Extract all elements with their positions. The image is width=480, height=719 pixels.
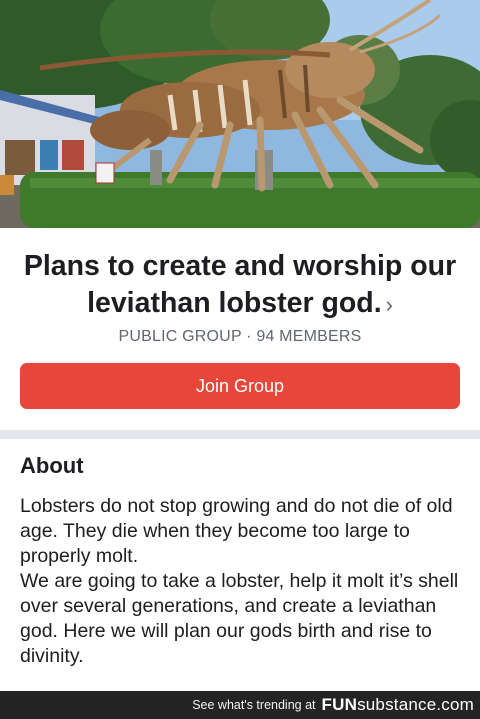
lobster-statue-image	[0, 0, 480, 228]
chevron-right-icon[interactable]: ›	[386, 292, 393, 317]
group-header: Plans to create and worship our leviatha…	[0, 228, 480, 430]
about-section: About Lobsters do not stop growing and d…	[0, 439, 480, 691]
watermark-brand: FUNsubstance.com	[322, 695, 474, 715]
watermark-brand-bold: FUN	[321, 695, 358, 714]
watermark-bar: See what's trending at FUNsubstance.com	[0, 691, 480, 719]
group-title-link[interactable]: Plans to create and worship our leviatha…	[20, 248, 460, 323]
about-heading: About	[20, 453, 84, 478]
watermark-text: See what's trending at	[192, 698, 316, 712]
about-description: Lobsters do not stop growing and do not …	[20, 494, 464, 669]
group-cover-photo	[0, 0, 480, 228]
about-paragraph-1: Lobsters do not stop growing and do not …	[20, 495, 453, 567]
group-meta: PUBLIC GROUP · 94 MEMBERS	[118, 328, 362, 345]
join-group-button[interactable]: Join Group	[20, 363, 460, 409]
watermark-brand-rest: substance.com	[357, 695, 474, 714]
about-paragraph-2: We are going to take a lobster, help it …	[20, 570, 459, 667]
section-divider	[0, 430, 480, 439]
